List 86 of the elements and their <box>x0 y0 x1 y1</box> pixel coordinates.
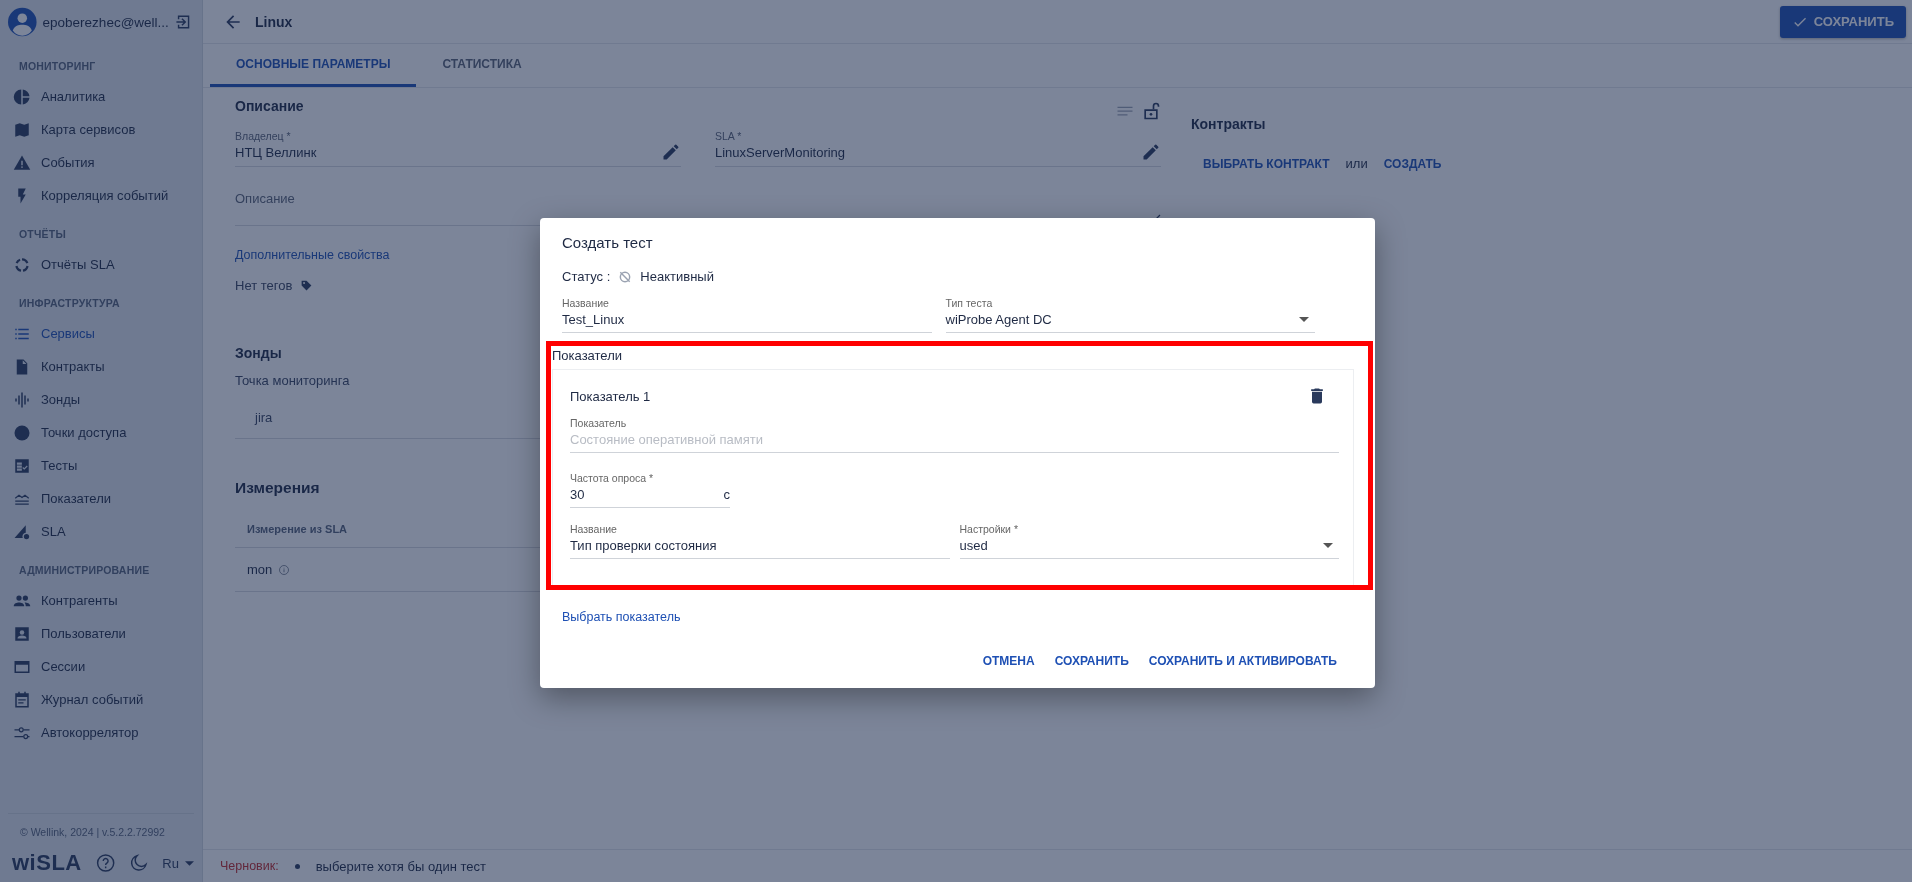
map-icon <box>13 120 31 139</box>
logout-icon[interactable] <box>174 13 192 31</box>
sidebar-item[interactable]: Отчёты SLA <box>0 248 202 281</box>
test-type-select[interactable]: Тип теста wiProbe Agent DC <box>945 292 1315 333</box>
caret-icon <box>1323 543 1333 548</box>
user-name: epoberezhec@well... <box>42 14 169 30</box>
sidebar-item[interactable]: Пользователи <box>0 617 202 650</box>
frequency-field[interactable]: Частота опроса * 30 с <box>570 467 730 508</box>
sidebar-item[interactable]: Зонды <box>0 383 202 416</box>
table-cell: mon <box>247 562 273 577</box>
info-icon[interactable] <box>278 563 291 576</box>
indicator-title: Показатель 1 <box>570 388 651 404</box>
field-label: Владелец * <box>235 130 292 142</box>
field-value: НТЦ Веллинк <box>235 144 317 160</box>
sidebar-item[interactable]: Журнал событий <box>0 683 202 716</box>
sidebar-item[interactable]: Корреляция событий <box>0 179 202 212</box>
caret-icon <box>1299 317 1309 322</box>
avatar-icon <box>8 7 37 37</box>
field-label: SLA * <box>715 130 743 142</box>
dialog-button[interactable]: СОХРАНИТЬ <box>1046 650 1137 672</box>
field-label: Точка мониторинга <box>235 373 351 388</box>
probe-name: jira <box>255 410 273 425</box>
help-icon[interactable] <box>95 853 116 873</box>
section-heading: Описание <box>235 98 305 114</box>
column-header: Измерение из SLA <box>247 523 348 535</box>
language-select[interactable]: Ru <box>162 855 194 871</box>
moon-icon[interactable] <box>129 853 149 873</box>
page-title: Linux <box>255 13 294 30</box>
sidebar-item[interactable]: Аналитика <box>0 80 202 113</box>
name-field[interactable]: Название Тип проверки состояния <box>570 518 950 559</box>
choose-contract-button[interactable]: ВЫБРАТЬ КОНТРАКТ <box>1203 156 1330 171</box>
caret-icon <box>185 860 194 866</box>
section-heading: Показатели <box>552 348 623 363</box>
status-label: Статус : <box>562 269 611 284</box>
circle-icon <box>13 423 31 442</box>
section-heading: Измерения <box>235 479 320 497</box>
sidebar-item[interactable]: Контрагенты <box>0 584 202 617</box>
extra-properties-link[interactable]: Дополнительные свойства <box>235 248 390 262</box>
section-heading: МОНИТОРИНГ <box>18 59 97 74</box>
padlock-icon[interactable] <box>1141 101 1161 121</box>
sidebar-item[interactable]: События <box>0 146 202 179</box>
section-heading: Зонды <box>235 345 282 361</box>
calendar-icon <box>13 690 31 709</box>
sidebar-item[interactable]: SLA <box>0 515 202 548</box>
choose-indicator-link[interactable]: Выбрать показатель <box>562 610 681 624</box>
warning-icon <box>13 153 31 172</box>
field-value: LinuxServerMonitoring <box>715 144 846 160</box>
sidebar-item[interactable]: Сервисы <box>0 317 202 350</box>
sidebar-item[interactable]: Сессии <box>0 650 202 683</box>
create-button[interactable]: СОЗДАТЬ <box>1383 156 1442 171</box>
description-field[interactable]: Описание <box>235 183 1151 213</box>
or-text: или <box>1345 156 1368 171</box>
dialog-button[interactable]: ОТМЕНА <box>974 650 1043 672</box>
pie-chart-icon <box>13 87 31 106</box>
pencil-icon[interactable] <box>1141 142 1161 162</box>
sidebar-item[interactable]: Точки доступа <box>0 416 202 449</box>
pencil-icon[interactable] <box>661 142 681 162</box>
checklist-icon <box>13 456 31 475</box>
section-heading: АДМИНИСТРИРОВАНИЕ <box>18 563 151 578</box>
dialog-button[interactable]: СОХРАНИТЬ И АКТИВИРОВАТЬ <box>1140 650 1345 672</box>
sidebar-item[interactable]: Контракты <box>0 350 202 383</box>
name-field[interactable]: Название Test_Linux <box>562 292 932 333</box>
bullet-icon <box>294 863 300 869</box>
section-heading: ОТЧЁТЫ <box>18 227 67 242</box>
sidebar-item[interactable]: Тесты <box>0 449 202 482</box>
logo: wiSLA <box>12 850 82 876</box>
tags-text: Нет тегов <box>235 278 293 293</box>
settings-select[interactable]: Настройки * used <box>959 518 1339 559</box>
waveform-icon <box>13 390 31 409</box>
tab[interactable]: ОСНОВНЫЕ ПАРАМЕТРЫ <box>210 44 417 87</box>
copyright-text: © Wellink, 2024 | v.5.2.2.72992 <box>19 826 166 838</box>
sidebar-item[interactable]: Показатели <box>0 482 202 515</box>
status-value: Неактивный <box>640 269 714 284</box>
dialog-title: Создать тест <box>562 234 654 251</box>
status-message: выберите хотя бы один тест <box>315 858 486 874</box>
tab[interactable]: СТАТИСТИКА <box>416 44 548 87</box>
draft-label: Черновик: <box>220 859 279 873</box>
user-card-icon <box>13 624 31 643</box>
dashed-ring-icon <box>13 255 31 274</box>
section-heading: ИНФРАСТРУКТУРА <box>18 296 121 311</box>
tag-icon[interactable] <box>300 279 314 292</box>
save-button[interactable]: СОХРАНИТЬ <box>1779 5 1906 38</box>
sidebar-item[interactable]: Автокоррелятор <box>0 716 202 749</box>
crossed-circle-icon <box>618 269 633 284</box>
section-heading: Контракты <box>1191 116 1267 132</box>
sidebar-item[interactable]: Карта сервисов <box>0 113 202 146</box>
